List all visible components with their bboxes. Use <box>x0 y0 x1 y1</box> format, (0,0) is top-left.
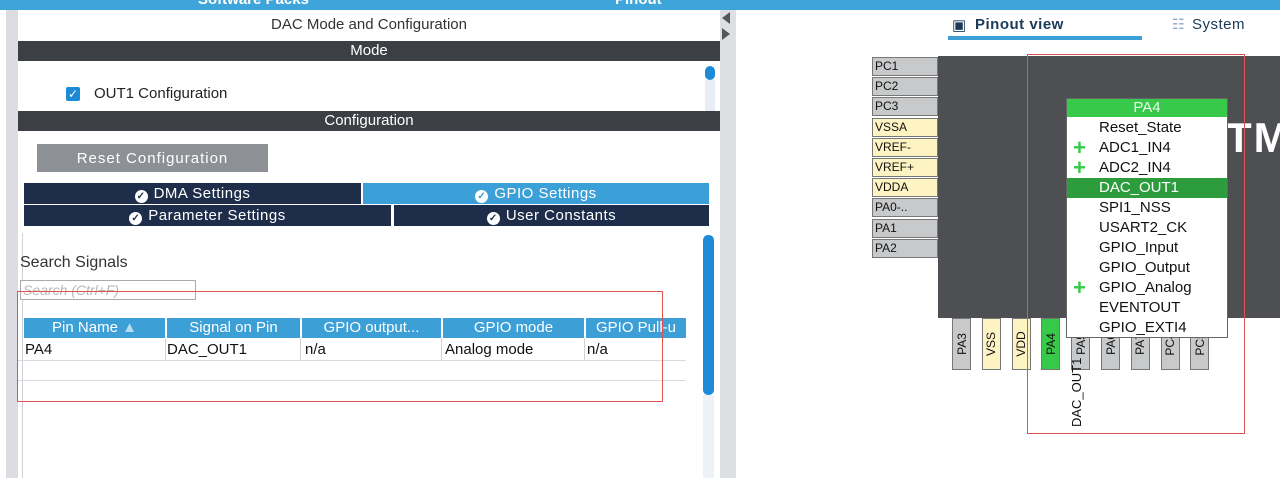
check-icon: ✓ <box>475 190 489 203</box>
search-signals-label: Search Signals <box>20 254 128 271</box>
panel-divider[interactable] <box>720 10 736 478</box>
pin-pa3[interactable]: PA3 <box>952 318 971 370</box>
panel-title: DAC Mode and Configuration <box>271 16 467 33</box>
tab-dma-settings[interactable]: ✓ DMA Settings <box>24 183 361 204</box>
vertical-scrollbar-track[interactable] <box>703 395 714 478</box>
pin-label: PA3 <box>954 333 969 355</box>
active-tab-underline <box>948 36 1142 40</box>
configuration-header: Configuration <box>18 111 720 131</box>
tab-system-view[interactable]: System <box>1192 16 1245 33</box>
pin-vref[interactable]: VREF+ <box>872 158 938 177</box>
tab-gpio-settings[interactable]: ✓ GPIO Settings <box>363 183 709 204</box>
pin-vdda[interactable]: VDDA <box>872 178 938 198</box>
top-left-title: Software Packs <box>198 0 309 8</box>
tab-label: GPIO Settings <box>494 185 597 202</box>
out1-checkbox[interactable]: ✓ <box>66 87 80 101</box>
pin-vref[interactable]: VREF- <box>872 137 938 157</box>
pin-pc1[interactable]: PC1 <box>872 57 938 76</box>
highlight-box-pin <box>1027 54 1245 434</box>
pin-pa1[interactable]: PA1 <box>872 218 938 238</box>
pin-label: VSS <box>984 331 999 357</box>
vertical-scrollbar-thumb[interactable] <box>703 235 714 395</box>
top-strip: Software Packs Pinout <box>0 0 1280 10</box>
check-icon: ✓ <box>486 212 500 225</box>
pin-vssa[interactable]: VSSA <box>872 117 938 137</box>
pin-pa2[interactable]: PA2 <box>872 238 938 258</box>
pin-pc2[interactable]: PC2 <box>872 77 938 97</box>
pin-pc3[interactable]: PC3 <box>872 97 938 117</box>
pin-label: VDD <box>1014 331 1029 357</box>
dac-config-panel: DAC Mode and Configuration Mode ✓ OUT1 C… <box>18 10 721 478</box>
pin-pa0[interactable]: PA0-.. <box>872 198 938 218</box>
tab-label: Parameter Settings <box>148 207 286 224</box>
check-icon: ✓ <box>129 212 143 225</box>
collapse-left-icon[interactable] <box>722 12 730 24</box>
top-right-title: Pinout <box>615 0 662 8</box>
tab-user-constants[interactable]: ✓ User Constants <box>394 205 709 226</box>
chip-icon: ▣ <box>952 17 967 34</box>
left-panel-border <box>6 10 18 478</box>
expand-right-icon[interactable] <box>722 28 730 40</box>
check-icon: ✓ <box>134 190 148 203</box>
tab-pinout-view[interactable]: Pinout view <box>975 16 1064 33</box>
system-view-icon: ☷ <box>1172 16 1185 32</box>
out1-config-label: OUT1 Configuration <box>94 85 228 102</box>
tab-parameter-settings[interactable]: ✓ Parameter Settings <box>24 205 391 226</box>
tab-label: User Constants <box>505 207 617 224</box>
mode-scrollbar[interactable] <box>705 66 715 112</box>
pin-vss[interactable]: VSS <box>981 318 1001 370</box>
mode-header: Mode <box>18 41 720 61</box>
highlight-box-table <box>17 291 663 402</box>
reset-configuration-button[interactable]: Reset Configuration <box>37 144 268 172</box>
tab-label: DMA Settings <box>153 185 251 202</box>
